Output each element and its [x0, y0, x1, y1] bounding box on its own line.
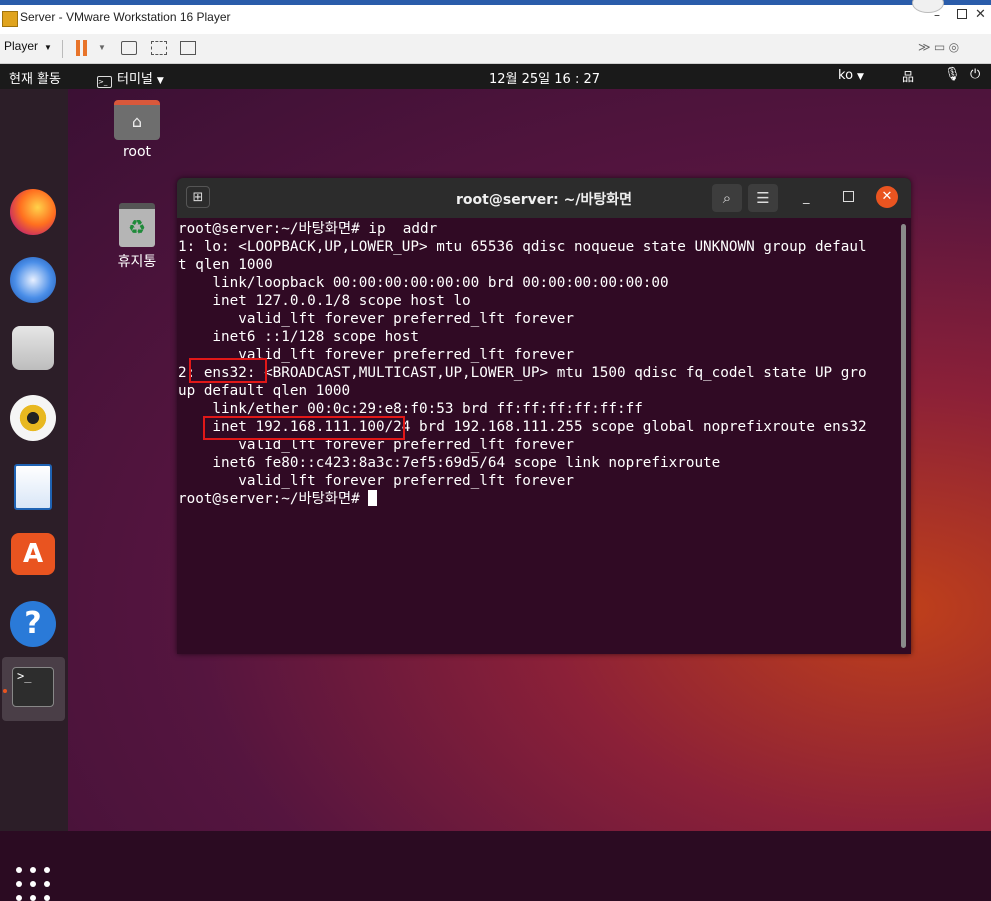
- terminal-line: root@server:~/바탕화면# ip addr: [178, 221, 438, 237]
- device-status-icons[interactable]: ≫ ▭ ◎: [918, 40, 959, 54]
- toolbar-divider: [62, 40, 63, 58]
- app-menu-label: 터미널: [117, 72, 153, 87]
- player-menu-label: Player: [4, 39, 39, 53]
- terminal-line: t qlen 1000: [178, 257, 273, 273]
- rhythmbox-icon[interactable]: [10, 395, 56, 441]
- terminal-header-bar[interactable]: ⊞ root@server: ~/바탕화면 ⌕ ☰ _ ✕: [177, 178, 911, 218]
- dock-layer: A ? >_: [0, 89, 68, 901]
- thunderbird-icon[interactable]: [10, 257, 56, 303]
- terminal-line: 2: ens32: <BROADCAST,MULTICAST,UP,LOWER_…: [178, 365, 867, 381]
- terminal-line: inet 127.0.0.1/8 scope host lo: [178, 293, 471, 309]
- microphone-icon[interactable]: 🎙: [944, 67, 961, 82]
- close-icon[interactable]: ✕: [876, 186, 898, 208]
- terminal-title: root@server: ~/바탕화면: [456, 192, 632, 208]
- highlight-box-interface: [189, 358, 267, 383]
- hamburger-menu-icon[interactable]: ☰: [748, 184, 778, 212]
- terminal-line: inet6 fe80::c423:8a3c:7ef5:69d5/64 scope…: [178, 455, 721, 471]
- show-applications-icon[interactable]: [16, 867, 50, 901]
- minimize-icon[interactable]: –: [934, 8, 940, 22]
- vmware-app-icon: [2, 11, 18, 27]
- app-menu[interactable]: >_ 터미널 ▼: [97, 68, 164, 88]
- maximize-icon[interactable]: [843, 191, 854, 202]
- window-title: Server - VMware Workstation 16 Player: [20, 10, 231, 24]
- files-icon[interactable]: [12, 326, 54, 370]
- player-menu[interactable]: Player ▼: [4, 39, 52, 53]
- terminal-line: valid_lft forever preferred_lft forever: [178, 473, 574, 489]
- terminal-line: inet6 ::1/128 scope host: [178, 329, 420, 345]
- running-indicator: [3, 689, 7, 693]
- input-language-label: ko: [838, 68, 854, 83]
- fit-guest-icon[interactable]: [151, 41, 167, 55]
- desktop-icon-trash[interactable]: ♻ 휴지통: [102, 203, 172, 271]
- chevron-down-icon[interactable]: ▼: [98, 43, 106, 52]
- terminal-line: 1: lo: <LOOPBACK,UP,LOWER_UP> mtu 65536 …: [178, 239, 867, 255]
- chevron-down-icon: ▼: [156, 76, 164, 86]
- network-icon[interactable]: 品: [902, 68, 914, 85]
- minimize-icon[interactable]: _: [803, 190, 810, 205]
- desktop-icon-label: 휴지통: [117, 254, 157, 270]
- terminal-line: up default qlen 1000: [178, 383, 351, 399]
- terminal-prompt: root@server:~/바탕화면#: [178, 491, 369, 507]
- search-icon[interactable]: ⌕: [712, 184, 742, 212]
- maximize-icon[interactable]: [957, 9, 967, 19]
- terminal-prompt-line: root@server:~/바탕화면#: [178, 490, 378, 508]
- desktop-icon-root[interactable]: ⌂ root: [102, 100, 172, 160]
- ubuntu-software-icon[interactable]: A: [11, 533, 55, 575]
- trash-icon: ♻: [119, 203, 155, 247]
- chevron-down-icon: ▼: [44, 43, 52, 52]
- terminal-line: valid_lft forever preferred_lft forever: [178, 311, 574, 327]
- activities-button[interactable]: 현재 활동: [9, 68, 61, 87]
- vmware-title-bar: Server - VMware Workstation 16 Player – …: [0, 0, 991, 34]
- vmware-toolbar: Player ▼ ▼ ≫ ▭ ◎: [0, 34, 991, 64]
- home-folder-icon: ⌂: [114, 100, 160, 140]
- help-icon[interactable]: ?: [10, 601, 56, 647]
- terminal-icon[interactable]: >_: [12, 667, 54, 707]
- chevron-down-icon: ▼: [857, 72, 864, 82]
- firefox-icon[interactable]: [10, 189, 56, 235]
- send-ctrl-alt-del-icon[interactable]: [121, 41, 137, 55]
- unity-mode-icon[interactable]: [180, 41, 196, 55]
- highlight-box-ip-address: [203, 416, 405, 440]
- terminal-icon: >_: [97, 76, 112, 88]
- clock[interactable]: 12월 25일 16 : 27: [489, 68, 600, 87]
- power-icon[interactable]: ⏻: [970, 67, 980, 82]
- close-icon[interactable]: ✕: [975, 7, 986, 22]
- libreoffice-writer-icon[interactable]: [14, 464, 52, 510]
- pause-icon[interactable]: [76, 40, 88, 56]
- ubuntu-top-bar: 현재 활동 >_ 터미널 ▼ 12월 25일 16 : 27 ko ▼ 品 🎙 ⏻: [0, 64, 991, 89]
- terminal-scrollbar[interactable]: [901, 224, 906, 648]
- desktop-icon-label: root: [122, 144, 152, 160]
- text-cursor: [368, 490, 378, 506]
- input-language-menu[interactable]: ko ▼: [838, 68, 864, 83]
- terminal-line: link/loopback 00:00:00:00:00:00 brd 00:0…: [178, 275, 669, 291]
